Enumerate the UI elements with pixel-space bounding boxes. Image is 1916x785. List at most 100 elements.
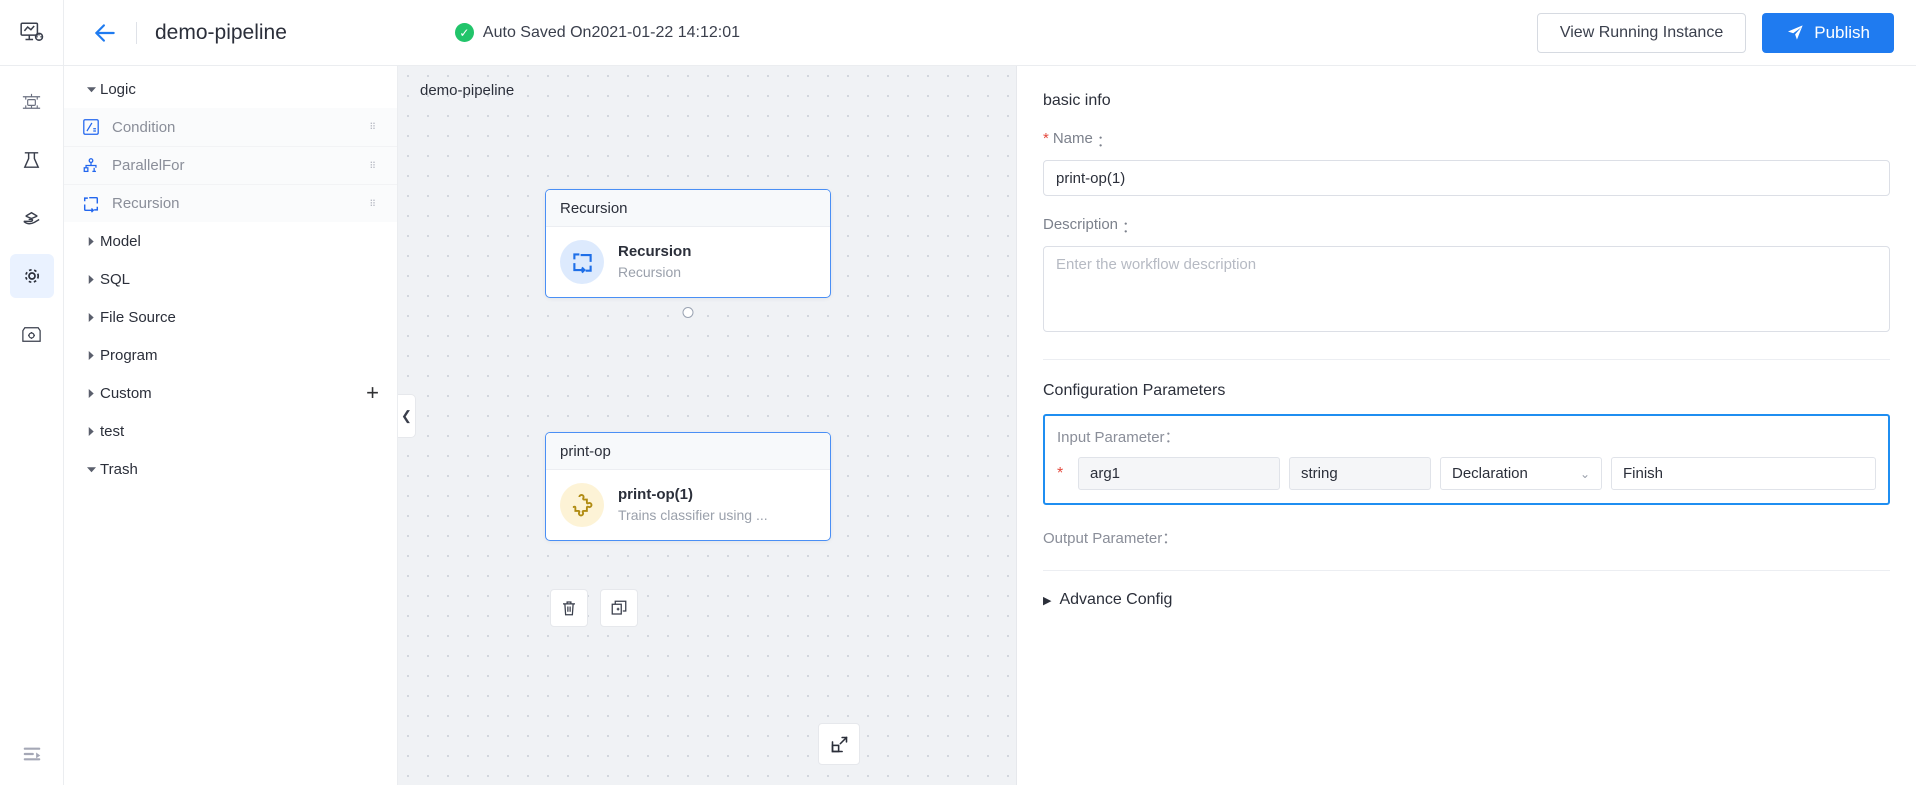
sidebar-group-test[interactable]: test — [64, 412, 397, 450]
caret-down-icon — [82, 85, 100, 94]
node-output-port[interactable] — [682, 307, 694, 318]
sidebar-group-label: File Source — [100, 308, 176, 326]
sidebar-group-sql[interactable]: SQL — [64, 260, 397, 298]
delete-node-button[interactable] — [550, 589, 588, 627]
sidebar-item-label: Recursion — [112, 195, 180, 212]
chevron-left-icon: ❮ — [401, 408, 412, 423]
recursion-icon — [82, 195, 108, 213]
description-label-text: Description — [1043, 216, 1119, 233]
pipeline-nodes-icon — [20, 91, 43, 114]
param-type-input[interactable]: string — [1289, 457, 1431, 490]
output-parameter-label: Output Parameter： — [1043, 530, 1178, 547]
caret-right-icon — [82, 388, 100, 398]
node-subtitle: Recursion — [618, 264, 682, 280]
auto-save-status-text: Auto Saved On2021-01-22 14:12:01 — [482, 23, 741, 41]
sidebar-item-condition[interactable]: Condition ⠿ — [64, 108, 397, 146]
view-running-instance-button[interactable]: View Running Instance — [1536, 12, 1747, 53]
required-marker: * — [1043, 130, 1049, 147]
drag-handle-icon[interactable]: ⠿ — [369, 122, 377, 131]
sidebar-collapse-handle[interactable]: ❮ — [398, 394, 416, 438]
advance-config-label: Advance Config — [1059, 591, 1173, 608]
required-marker: * — [1057, 464, 1064, 482]
publish-button[interactable]: Publish — [1762, 12, 1894, 53]
sidebar-group-label: SQL — [100, 270, 131, 288]
sidebar-group-label: Model — [100, 232, 141, 250]
page-title: demo-pipeline — [155, 20, 287, 44]
advance-divider — [1043, 570, 1890, 571]
description-textarea[interactable] — [1043, 246, 1890, 332]
configuration-parameters-title: Configuration Parameters — [1043, 382, 1226, 399]
description-label: Description： — [1043, 216, 1138, 236]
node-title: Recursion — [618, 243, 692, 260]
sidebar-item-label: ParallelFor — [112, 157, 185, 174]
drag-handle-icon[interactable]: ⠿ — [369, 161, 377, 170]
sidebar-item-pipelines[interactable] — [9, 254, 54, 298]
fit-screen-icon — [829, 734, 850, 755]
chevron-down-icon: ⌄ — [1579, 466, 1590, 481]
menu-collapse-icon — [21, 743, 43, 765]
sidebar-item-pipeline-nodes[interactable] — [10, 80, 54, 124]
canvas-title: demo-pipeline — [420, 82, 515, 99]
input-parameter-label-text: Input Parameter — [1057, 429, 1165, 446]
properties-panel: print-op ✕ basic info * Name： Descriptio… — [1016, 0, 1916, 785]
node-subtitle: Trains classifier using ... — [618, 507, 768, 523]
sidebar-item-parallelfor[interactable]: ParallelFor ⠿ — [64, 146, 397, 184]
name-input[interactable] — [1043, 160, 1890, 196]
sidebar-group-label: Program — [100, 346, 158, 364]
canvas-column: Auto Save — [398, 0, 1016, 785]
canvas-node-recursion[interactable]: Recursion Recursion Recursion — [545, 189, 831, 298]
node-action-bar — [550, 589, 638, 627]
copy-icon — [610, 599, 628, 617]
param-source-select[interactable]: Declaration ⌄ — [1440, 457, 1602, 490]
sidebar-group-label: Trash — [100, 460, 138, 478]
sidebar-item-recursion[interactable]: Recursion ⠿ — [64, 184, 397, 222]
sidebar-group-label: Custom — [100, 384, 152, 402]
parallel-for-icon — [82, 157, 108, 175]
publish-label: Publish — [1814, 22, 1870, 42]
sidebar-group-trash[interactable]: Trash — [64, 450, 397, 488]
sidebar-group-logic[interactable]: Logic — [64, 70, 397, 108]
sidebar-group-file-source[interactable]: File Source — [64, 298, 397, 336]
node-header: print-op — [546, 433, 830, 470]
rail-collapse-button[interactable] — [0, 743, 64, 765]
pipeline-canvas[interactable]: demo-pipeline ❮ Recursion Recursion Recu… — [398, 66, 1016, 785]
recursion-icon — [560, 240, 604, 284]
node-title: print-op(1) — [618, 486, 693, 503]
node-body: print-op(1) Trains classifier using ... — [546, 470, 830, 540]
rail-logo[interactable] — [0, 0, 63, 66]
pipeline-editor-app: Logic Condition ⠿ — [0, 0, 1916, 785]
node-text: Recursion Recursion — [618, 242, 691, 282]
header-divider — [136, 21, 137, 44]
sidebar-item-settings[interactable] — [10, 312, 54, 356]
sidebar-item-experiments[interactable] — [10, 138, 54, 182]
node-text: print-op(1) Trains classifier using ... — [618, 485, 768, 525]
back-button[interactable] — [92, 20, 118, 46]
send-icon — [1786, 23, 1805, 42]
sidebar-group-label: Logic — [100, 80, 136, 98]
param-source-value: Declaration — [1452, 465, 1528, 482]
flask-icon — [20, 149, 43, 172]
sidebar-item-serving[interactable] — [10, 196, 54, 240]
caret-right-icon: ▶ — [1043, 594, 1052, 607]
caret-right-icon — [82, 274, 100, 284]
sidebar-group-program[interactable]: Program — [64, 336, 397, 374]
add-custom-button[interactable]: + — [366, 382, 379, 404]
caret-right-icon — [82, 312, 100, 322]
basic-info-title: basic info — [1043, 92, 1111, 109]
canvas-settings-button[interactable] — [1850, 66, 1898, 132]
canvas-node-print-op[interactable]: print-op print-op(1) Trains classifier u… — [545, 432, 831, 541]
gear-target-icon — [20, 264, 44, 288]
sidebar-group-label: test — [100, 422, 125, 440]
serving-hand-icon — [20, 207, 43, 230]
sidebar-group-custom[interactable]: Custom + — [64, 374, 397, 412]
name-label: * Name： — [1043, 130, 1112, 150]
check-circle-icon: ✓ — [454, 23, 474, 42]
fit-to-screen-button[interactable] — [818, 723, 860, 765]
sidebar-group-model[interactable]: Model — [64, 222, 397, 260]
copy-node-button[interactable] — [600, 589, 638, 627]
param-name-input[interactable]: arg1 — [1078, 457, 1280, 490]
advance-config-toggle[interactable]: ▶ Advance Config — [1043, 591, 1890, 609]
panel-body: basic info * Name： Description： Configur… — [1017, 66, 1916, 785]
param-value-input[interactable]: Finish — [1611, 457, 1876, 490]
drag-handle-icon[interactable]: ⠿ — [369, 199, 377, 208]
